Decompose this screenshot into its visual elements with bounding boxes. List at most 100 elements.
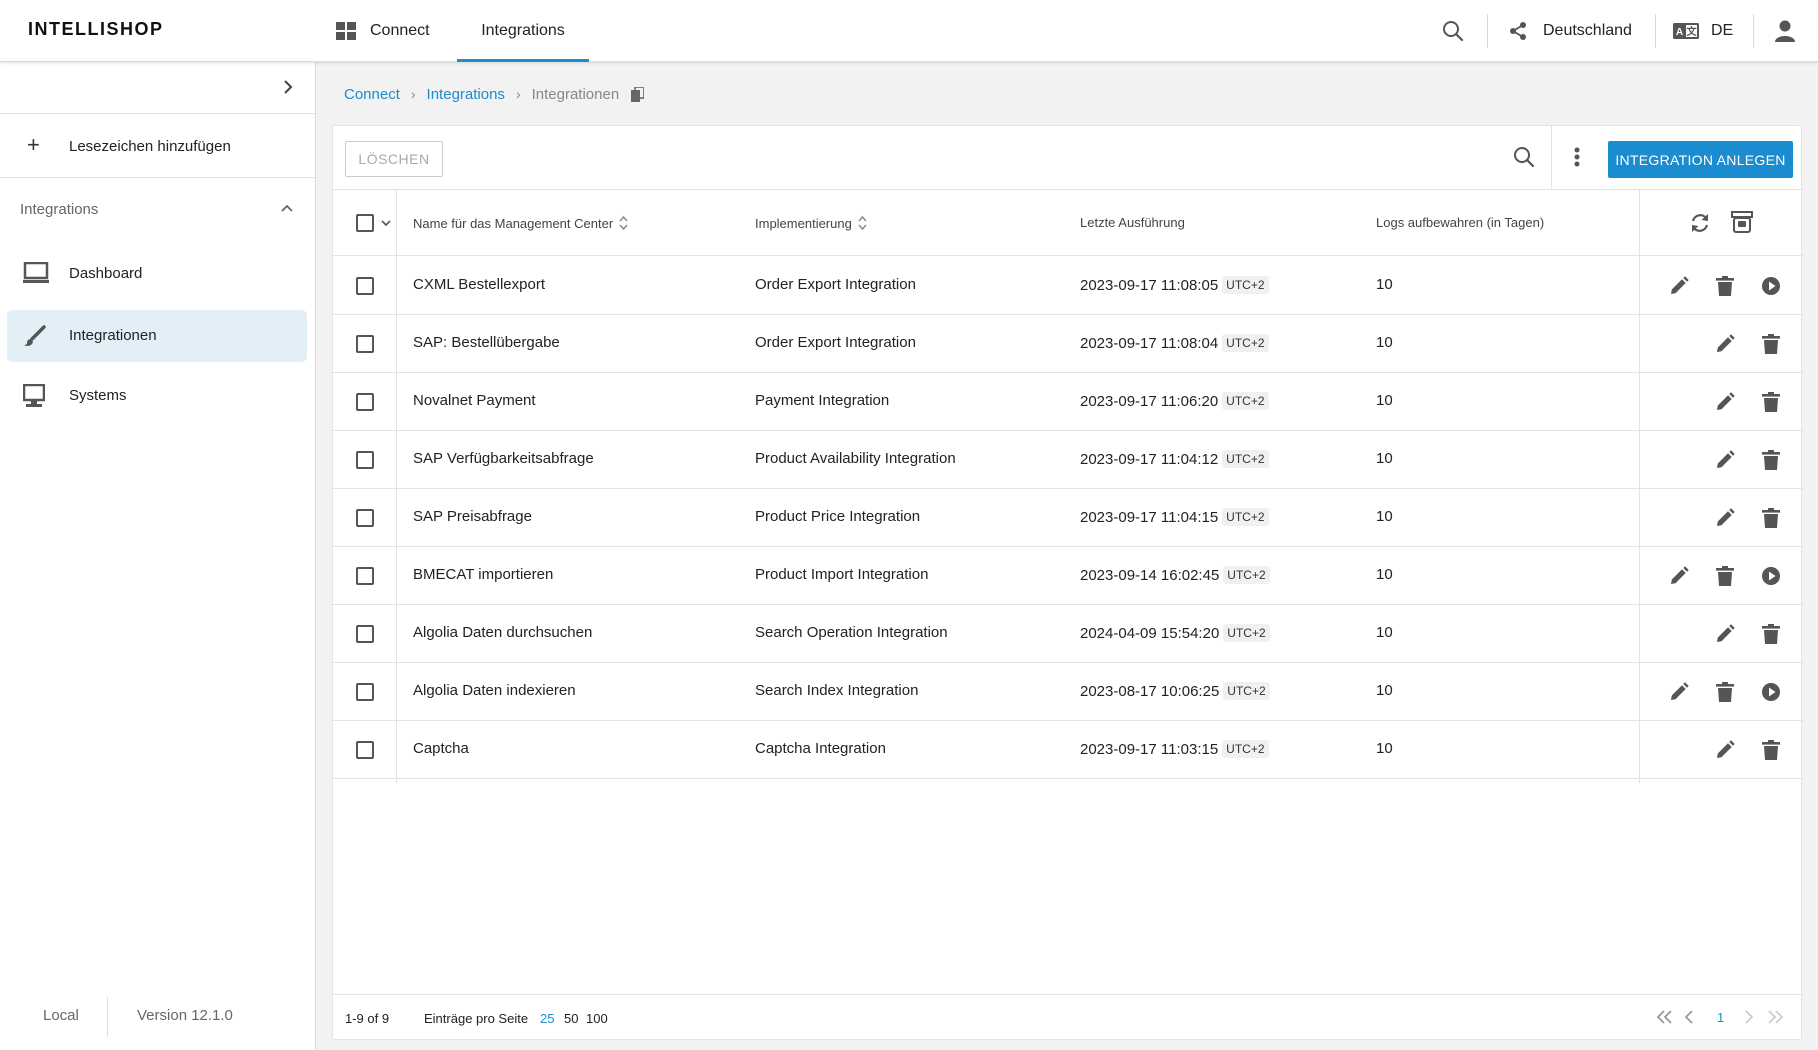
row-checkbox[interactable] xyxy=(356,277,374,295)
header-divider xyxy=(1487,14,1488,48)
run-button[interactable] xyxy=(1761,276,1781,300)
table-row[interactable]: BMECAT importieren Product Import Integra… xyxy=(333,547,1803,605)
cell-name[interactable]: SAP: Bestellübergabe xyxy=(413,334,560,351)
cell-implementation: Search Operation Integration xyxy=(755,624,948,641)
language-selector[interactable]: A 文 DE xyxy=(1673,0,1733,62)
sidebar-section-title: Integrations xyxy=(20,201,99,218)
edit-button[interactable] xyxy=(1715,392,1735,416)
cell-logs: 10 xyxy=(1376,566,1393,583)
table-row[interactable]: Captcha Captcha Integration 2023-09-17 11:… xyxy=(333,721,1803,779)
table-row[interactable]: SAP Verfügbarkeitsabfrage Product Availab… xyxy=(333,431,1803,489)
table-row[interactable]: Novalnet Payment Payment Integration 2023-… xyxy=(333,373,1803,431)
cell-name[interactable]: Algolia Daten indexieren xyxy=(413,682,576,699)
edit-icon xyxy=(1671,276,1689,294)
delete-row-button[interactable] xyxy=(1762,624,1780,648)
next-page-icon[interactable] xyxy=(1743,1008,1755,1026)
cell-name[interactable]: Captcha xyxy=(413,740,469,757)
more-vertical-icon[interactable] xyxy=(1573,146,1581,168)
table-row[interactable]: Algolia Daten indexieren Search Index Int… xyxy=(333,663,1803,721)
delete-row-button[interactable] xyxy=(1762,334,1780,358)
header-implementation[interactable]: Implementierung xyxy=(755,215,867,231)
cell-name[interactable]: BMECAT importieren xyxy=(413,566,553,583)
table-row[interactable]: SAP: Bestellübergabe Order Export Integra… xyxy=(333,315,1803,373)
brand-logo[interactable]: INTELLISHOP xyxy=(28,19,164,40)
cell-name[interactable]: Novalnet Payment xyxy=(413,392,536,409)
breadcrumb-connect[interactable]: Connect xyxy=(344,86,400,103)
edit-button[interactable] xyxy=(1669,682,1689,706)
cell-logs: 10 xyxy=(1376,508,1393,525)
previous-page-icon[interactable] xyxy=(1683,1008,1695,1026)
row-checkbox[interactable] xyxy=(356,509,374,527)
table-row[interactable]: Algolia Daten durchsuchen Search Operatio… xyxy=(333,605,1803,663)
row-checkbox[interactable] xyxy=(356,567,374,585)
edit-button[interactable] xyxy=(1715,740,1735,764)
user-icon xyxy=(1775,20,1795,42)
table-row[interactable]: CXML Bestellexport Order Export Integrati… xyxy=(333,257,1803,315)
row-checkbox[interactable] xyxy=(356,393,374,411)
per-page-option-100[interactable]: 100 xyxy=(586,1011,608,1026)
current-page[interactable]: 1 xyxy=(1717,1010,1724,1025)
delete-row-button[interactable] xyxy=(1762,450,1780,474)
cell-name[interactable]: Algolia Daten durchsuchen xyxy=(413,624,592,641)
first-page-icon[interactable] xyxy=(1655,1008,1673,1026)
chevron-down-icon[interactable] xyxy=(381,220,391,227)
table-row[interactable]: SAP Preisabfrage Product Price Integratio… xyxy=(333,489,1803,547)
delete-row-button[interactable] xyxy=(1716,276,1734,300)
table-toolbar: LÖSCHEN INTEGRATION ANLEGEN xyxy=(333,126,1803,190)
sidebar-item-dashboard[interactable]: Dashboard xyxy=(7,248,307,300)
edit-button[interactable] xyxy=(1715,508,1735,532)
sidebar-toggle[interactable] xyxy=(0,62,316,114)
cell-logs: 10 xyxy=(1376,276,1393,293)
breadcrumb-integrations[interactable]: Integrations xyxy=(427,86,505,103)
tab-integrations[interactable]: Integrations xyxy=(457,0,589,62)
cell-name[interactable]: SAP Preisabfrage xyxy=(413,508,532,525)
header-divider xyxy=(1655,14,1656,48)
create-integration-button[interactable]: INTEGRATION ANLEGEN xyxy=(1608,141,1793,178)
svg-text:文: 文 xyxy=(1687,25,1698,38)
run-button[interactable] xyxy=(1761,682,1781,706)
row-checkbox[interactable] xyxy=(356,335,374,353)
copy-icon[interactable] xyxy=(631,86,645,102)
per-page-option-25[interactable]: 25 xyxy=(540,1011,554,1026)
delete-row-button[interactable] xyxy=(1716,566,1734,590)
cell-name[interactable]: SAP Verfügbarkeitsabfrage xyxy=(413,450,594,467)
select-all-checkbox[interactable] xyxy=(356,214,374,232)
edit-button[interactable] xyxy=(1715,450,1735,474)
last-run-timestamp: 2023-09-17 11:03:15 xyxy=(1080,741,1219,758)
cell-name[interactable]: CXML Bestellexport xyxy=(413,276,545,293)
edit-button[interactable] xyxy=(1715,334,1735,358)
refresh-icon[interactable] xyxy=(1689,212,1711,234)
per-page-option-50[interactable]: 50 xyxy=(564,1011,578,1026)
global-search-button[interactable] xyxy=(1442,0,1464,62)
tab-connect[interactable]: Connect xyxy=(336,0,430,62)
archive-icon[interactable] xyxy=(1731,211,1753,233)
cell-last-run: 2023-09-17 11:04:15 UTC+2 xyxy=(1080,508,1269,526)
edit-button[interactable] xyxy=(1669,566,1689,590)
delete-button[interactable]: LÖSCHEN xyxy=(345,141,443,177)
user-menu-button[interactable] xyxy=(1775,0,1795,62)
country-selector[interactable]: Deutschland xyxy=(1508,0,1632,62)
row-checkbox[interactable] xyxy=(356,451,374,469)
run-button[interactable] xyxy=(1761,566,1781,590)
delete-row-button[interactable] xyxy=(1762,508,1780,532)
edit-button[interactable] xyxy=(1715,624,1735,648)
edit-button[interactable] xyxy=(1669,276,1689,300)
delete-row-button[interactable] xyxy=(1716,682,1734,706)
add-bookmark-button[interactable]: + Lesezeichen hinzufügen xyxy=(0,114,316,178)
header-name-label: Name für das Management Center xyxy=(413,215,614,231)
delete-row-button[interactable] xyxy=(1762,392,1780,416)
sidebar-item-systems[interactable]: Systems xyxy=(7,370,307,422)
row-checkbox[interactable] xyxy=(356,625,374,643)
sidebar-item-integrationen[interactable]: Integrationen xyxy=(7,310,307,362)
last-page-icon[interactable] xyxy=(1767,1008,1785,1026)
edit-icon xyxy=(1717,450,1735,468)
row-checkbox[interactable] xyxy=(356,741,374,759)
breadcrumb-separator: › xyxy=(515,86,521,102)
last-run-timestamp: 2023-09-17 11:06:20 xyxy=(1080,393,1219,410)
chevron-up-icon[interactable] xyxy=(280,203,294,213)
header-name[interactable]: Name für das Management Center xyxy=(413,215,628,231)
search-icon[interactable] xyxy=(1513,146,1535,168)
trash-icon xyxy=(1762,740,1780,760)
delete-row-button[interactable] xyxy=(1762,740,1780,764)
row-checkbox[interactable] xyxy=(356,683,374,701)
